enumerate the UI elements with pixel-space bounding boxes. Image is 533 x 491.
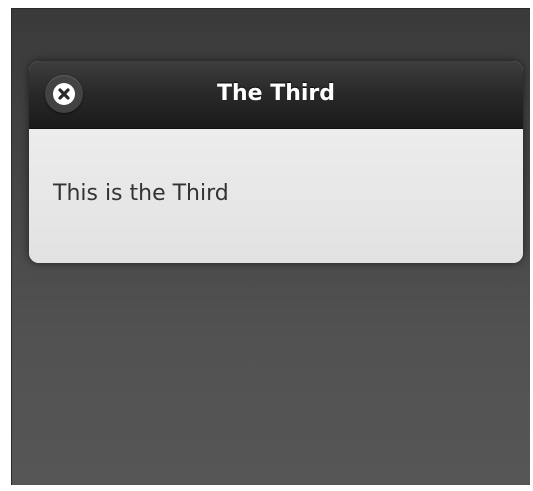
dialog-header: The Third	[29, 61, 523, 129]
dialog-body-text: This is the Third	[53, 181, 229, 206]
dialog-content: This is the Third	[29, 129, 523, 263]
app-screen: The Third This is the Third	[11, 8, 530, 485]
dialog-title: The Third	[216, 81, 336, 106]
frame: The Third This is the Third	[0, 0, 533, 491]
dialog: The Third This is the Third	[29, 61, 523, 263]
